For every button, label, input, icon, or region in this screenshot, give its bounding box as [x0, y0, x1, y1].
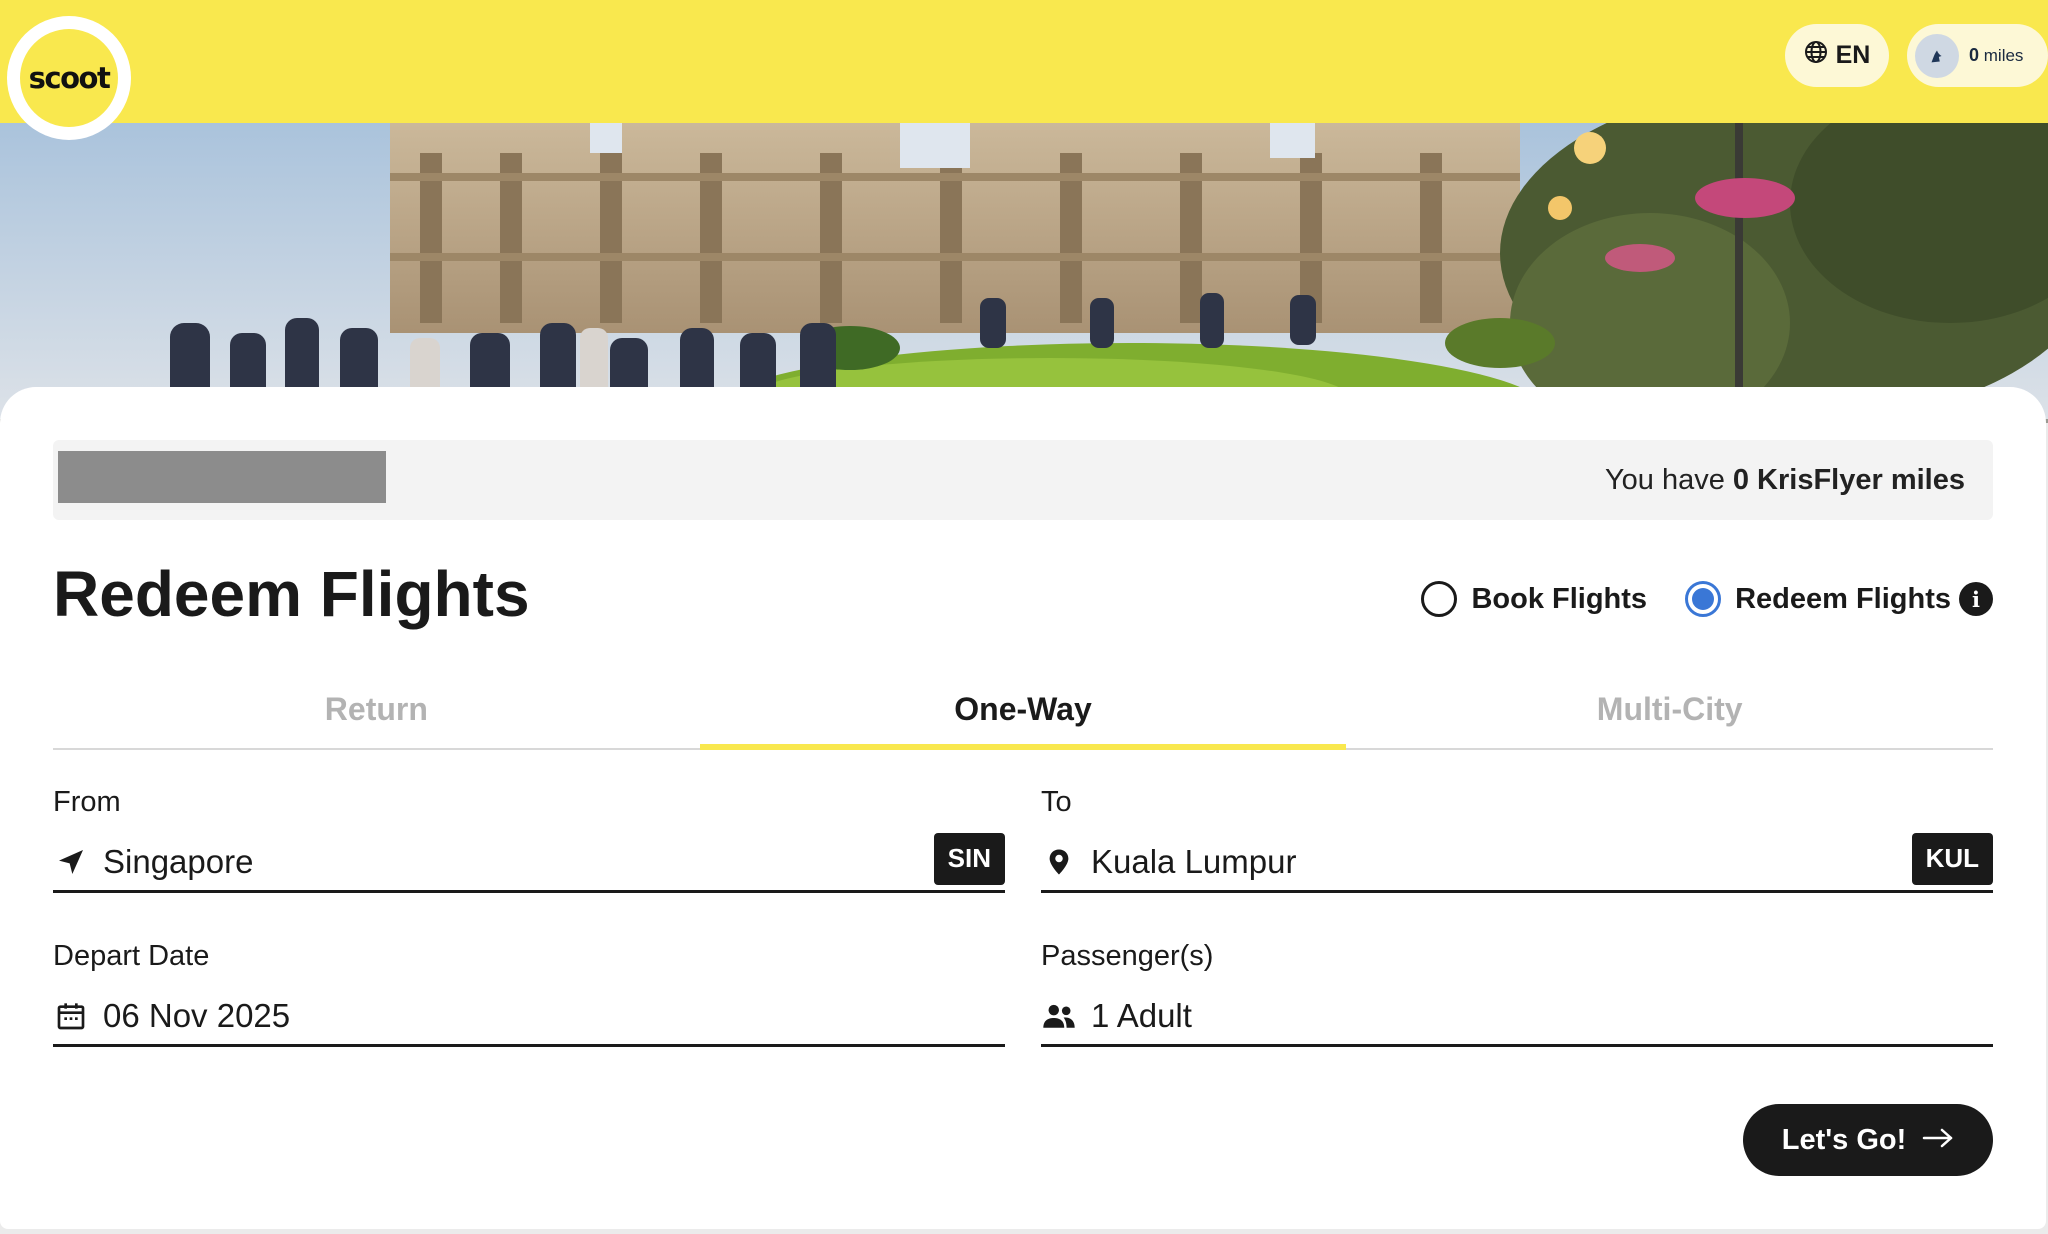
passengers-input[interactable]: 1 Adult: [1041, 987, 1993, 1047]
lets-go-label: Let's Go!: [1781, 1123, 1907, 1156]
from-input[interactable]: Singapore SIN: [53, 832, 1005, 893]
hero-image: [0, 123, 2048, 423]
mode-option-redeem-flights[interactable]: Redeem Flights i: [1685, 581, 1993, 617]
passengers-field: Passenger(s) 1 Adult: [1041, 940, 1993, 1047]
depart-date-input[interactable]: 06 Nov 2025: [53, 987, 1005, 1047]
info-icon[interactable]: i: [1959, 582, 1993, 616]
miles-banner-value: 0 KrisFlyer miles: [1732, 463, 1965, 496]
calendar-icon: [53, 998, 89, 1034]
arrow-right-icon: [1922, 1124, 1954, 1157]
tab-return[interactable]: Return: [53, 670, 700, 748]
tab-multi-city[interactable]: Multi-City: [1346, 670, 1993, 748]
passengers-label: Passenger(s): [1041, 940, 1214, 972]
mode-option-book-flights[interactable]: Book Flights: [1421, 581, 1647, 617]
krisflyer-miles-banner: You have 0 KrisFlyer miles: [53, 440, 1993, 520]
navigation-arrow-icon: [53, 844, 89, 880]
map-pin-icon: [1041, 844, 1077, 880]
booking-mode-selector: Book Flights Redeem Flights i: [1421, 577, 1993, 621]
page: EN 0 miles scoot You have 0 KrisFlyer mi…: [0, 0, 2048, 1234]
globe-icon: [1804, 40, 1828, 71]
page-title: Redeem Flights: [53, 558, 530, 630]
people-icon: [1041, 998, 1077, 1034]
trip-type-tabs: Return One-Way Multi-City: [53, 670, 1993, 750]
redeem-flights-radio[interactable]: [1685, 581, 1722, 617]
to-value: Kuala Lumpur: [1091, 842, 1297, 880]
depart-date-label: Depart Date: [53, 940, 210, 972]
to-airport-code: KUL: [1911, 832, 1993, 885]
redeem-flights-label: Redeem Flights: [1735, 582, 1951, 615]
book-flights-label: Book Flights: [1471, 582, 1648, 615]
logo-text: scoot: [20, 29, 118, 127]
tab-one-way[interactable]: One-Way: [699, 670, 1347, 750]
scoot-logo[interactable]: scoot: [7, 16, 131, 140]
from-value: Singapore: [103, 842, 254, 880]
bird-avatar-icon: [1915, 33, 1959, 78]
miles-banner-prefix: You have: [1604, 463, 1725, 496]
from-field: From Singapore SIN: [53, 786, 1005, 893]
language-selector[interactable]: EN: [1785, 24, 1889, 87]
to-label: To: [1041, 786, 1072, 818]
miles-account-button[interactable]: 0 miles: [1907, 24, 2048, 87]
language-label: EN: [1835, 41, 1871, 69]
lets-go-button[interactable]: Let's Go!: [1743, 1104, 1993, 1176]
to-input[interactable]: Kuala Lumpur KUL: [1041, 832, 1993, 893]
depart-date-field: Depart Date 06 Nov 2025: [53, 940, 1005, 1047]
from-airport-code: SIN: [933, 832, 1005, 885]
top-header: EN 0 miles: [0, 0, 2048, 123]
redacted-block: [58, 451, 386, 503]
to-field: To Kuala Lumpur KUL: [1041, 786, 1993, 893]
header-miles-count: 0: [1969, 45, 1980, 65]
from-label: From: [53, 786, 121, 818]
book-flights-radio[interactable]: [1421, 581, 1458, 617]
header-miles-unit: miles: [1983, 46, 2024, 65]
booking-card: You have 0 KrisFlyer miles Redeem Flight…: [0, 387, 2046, 1229]
depart-date-value: 06 Nov 2025: [103, 996, 291, 1034]
passengers-value: 1 Adult: [1091, 996, 1192, 1034]
